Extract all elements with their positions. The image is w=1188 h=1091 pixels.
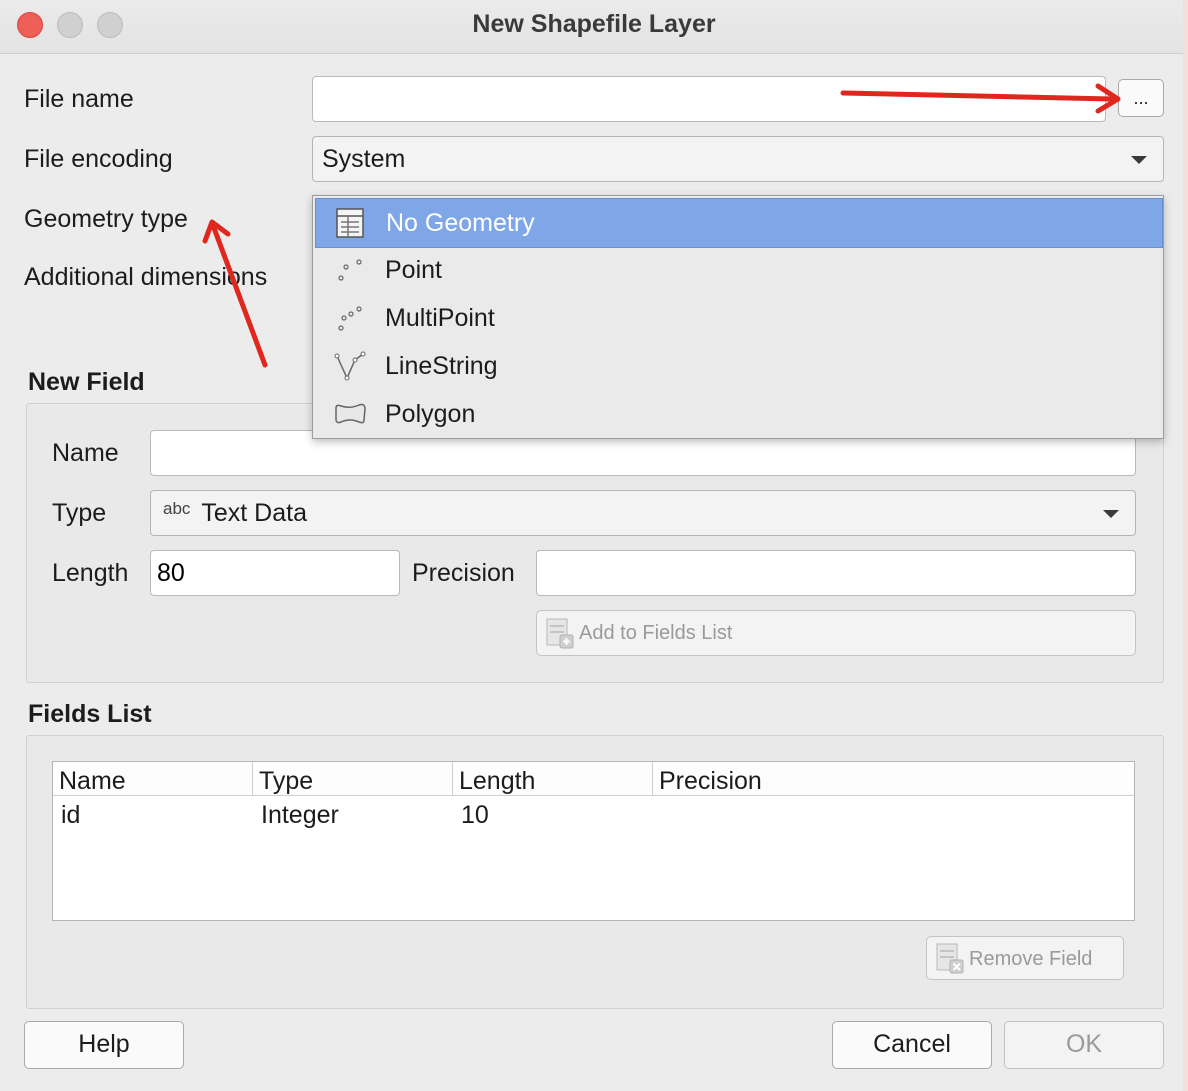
annotation-arrows <box>202 83 1121 368</box>
arrow-to-geometry-type <box>202 219 268 368</box>
arrow-to-browse-button <box>840 83 1121 114</box>
